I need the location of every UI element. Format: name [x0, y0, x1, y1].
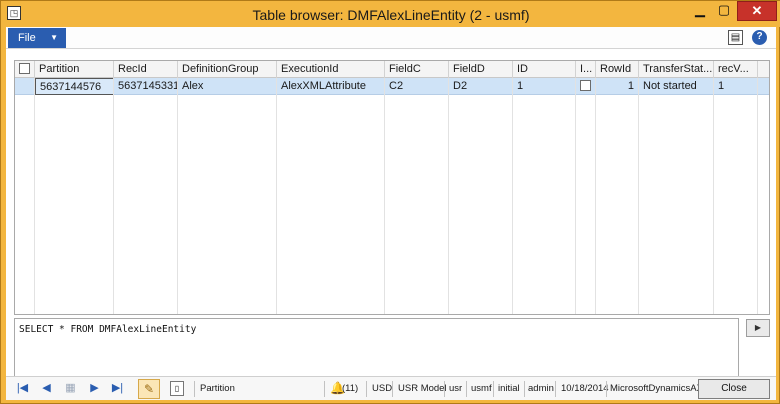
table-row[interactable]: 5637144576 5637145331 Alex AlexXMLAttrib… [15, 78, 769, 95]
cell-executionid[interactable]: AlexXMLAttribute [277, 78, 385, 95]
status-layer: usr [449, 383, 463, 394]
first-record-icon[interactable]: |◀ [14, 381, 31, 396]
close-window-button[interactable]: ✕ [737, 1, 777, 21]
status-separator [466, 381, 467, 397]
column-header-rowid[interactable]: RowId [596, 61, 639, 78]
table-browser-window: ◳ Table browser: DMFAlexLineEntity (2 - … [0, 0, 780, 404]
cell-recversion[interactable]: 1 [714, 78, 758, 95]
status-bar: |◀ ◀ ▦ ▶ ▶| ✎ ▯ Partition 🔔 (11) USD USR… [6, 376, 776, 400]
grid-view-icon[interactable]: ▦ [62, 381, 79, 396]
column-header-transferstatus[interactable]: TransferStat... [639, 61, 714, 78]
cell-transferstatus[interactable]: Not started [639, 78, 714, 95]
layout-icon[interactable]: ▤ [728, 30, 743, 45]
close-button[interactable]: Close [698, 379, 770, 399]
column-header-i[interactable]: I... [576, 61, 596, 78]
row-marker-cell [15, 78, 35, 95]
column-header-recid[interactable]: RecId [114, 61, 178, 78]
status-separator [524, 381, 525, 397]
column-divider [448, 78, 449, 314]
minimize-button[interactable]: ▁ [688, 1, 712, 21]
cell-definitiongroup[interactable]: Alex [178, 78, 277, 95]
status-company: usmf [471, 383, 492, 394]
column-header-executionid[interactable]: ExecutionId [277, 61, 385, 78]
column-header-partition[interactable]: Partition [35, 61, 114, 78]
status-field-name: Partition [200, 383, 235, 394]
status-user: admin [528, 383, 554, 394]
chevron-down-icon: ▼ [50, 33, 58, 42]
window-title: Table browser: DMFAlexLineEntity (2 - us… [252, 7, 530, 23]
status-separator [324, 381, 325, 397]
column-divider [757, 78, 758, 314]
maximize-button[interactable]: ▢ [712, 1, 736, 21]
last-record-icon[interactable]: ▶| [109, 381, 126, 396]
column-divider [595, 78, 596, 314]
status-model: USR Model [398, 383, 447, 394]
cell-partition[interactable]: 5637144576 [35, 78, 114, 95]
column-divider [34, 78, 35, 314]
records-grid[interactable]: Partition RecId DefinitionGroup Executio… [14, 60, 770, 315]
column-header-id[interactable]: ID [513, 61, 576, 78]
row-checkbox[interactable] [580, 80, 591, 91]
status-separator [606, 381, 607, 397]
file-menu-label: File [18, 32, 36, 44]
sql-query-input[interactable]: SELECT * FROM DMFAlexLineEntity [14, 318, 739, 378]
status-partition: initial [498, 383, 520, 394]
cell-id[interactable]: 1 [513, 78, 576, 95]
column-divider [575, 78, 576, 314]
column-header-recversion[interactable]: recV... [714, 61, 758, 78]
toolbar: File ▼ ▤ ? [6, 27, 776, 49]
grid-header: Partition RecId DefinitionGroup Executio… [15, 61, 769, 78]
previous-record-icon[interactable]: ◀ [38, 381, 55, 396]
column-divider [276, 78, 277, 314]
client-area: File ▼ ▤ ? Partition RecId DefinitionGro… [6, 27, 776, 400]
cell-fieldd[interactable]: D2 [449, 78, 513, 95]
title-bar: ◳ Table browser: DMFAlexLineEntity (2 - … [1, 1, 780, 27]
cell-recid[interactable]: 5637145331 [114, 78, 178, 95]
status-server: MicrosoftDynamicsAX [610, 383, 703, 394]
status-separator [444, 381, 445, 397]
cell-fieldc[interactable]: C2 [385, 78, 449, 95]
notification-count[interactable]: (11) [342, 377, 358, 401]
status-separator [392, 381, 393, 397]
run-query-button[interactable]: ▶ [746, 319, 770, 337]
next-record-icon[interactable]: ▶ [86, 381, 103, 396]
column-header-definitiongroup[interactable]: DefinitionGroup [178, 61, 277, 78]
select-all-cell[interactable] [15, 61, 35, 78]
cell-i[interactable] [576, 78, 596, 95]
status-separator [555, 381, 556, 397]
status-separator [366, 381, 367, 397]
help-icon[interactable]: ? [752, 30, 767, 45]
status-date: 10/18/2014 [561, 383, 609, 394]
pencil-icon[interactable]: ✎ [138, 379, 160, 399]
status-separator [194, 381, 195, 397]
status-separator [493, 381, 494, 397]
column-divider [384, 78, 385, 314]
column-header-fieldd[interactable]: FieldD [449, 61, 513, 78]
column-divider [512, 78, 513, 314]
column-divider [177, 78, 178, 314]
column-divider [713, 78, 714, 314]
column-divider [638, 78, 639, 314]
attachment-icon[interactable]: ▯ [170, 381, 184, 396]
column-header-fieldc[interactable]: FieldC [385, 61, 449, 78]
cell-rowid[interactable]: 1 [596, 78, 639, 95]
select-all-checkbox[interactable] [19, 63, 30, 74]
status-currency: USD [372, 383, 393, 394]
column-divider [113, 78, 114, 314]
file-menu-button[interactable]: File ▼ [8, 28, 66, 48]
